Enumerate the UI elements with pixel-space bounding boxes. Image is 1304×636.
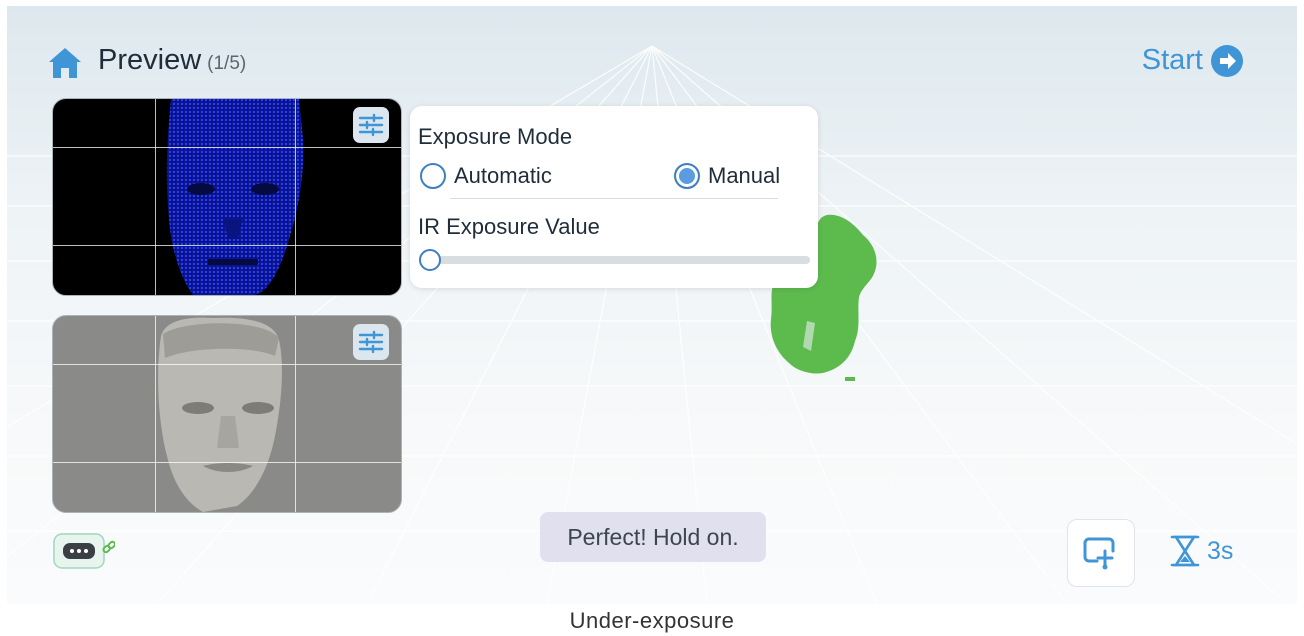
radio-manual[interactable]: Manual	[674, 163, 780, 189]
preview-count: (1/5)	[207, 53, 247, 74]
ir-exposure-slider-track[interactable]	[430, 256, 810, 264]
hourglass-icon	[1170, 535, 1200, 567]
rgb-camera-preview	[52, 315, 402, 513]
scan-capture-icon	[1083, 537, 1115, 570]
sliders-icon	[358, 113, 384, 137]
radio-automatic[interactable]: Automatic	[420, 163, 552, 189]
caption: Under-exposure	[569, 608, 735, 633]
ir-exposure-value-label: IR Exposure Value	[418, 214, 600, 239]
radio-manual-indicator	[674, 163, 700, 189]
start-label: Start	[1141, 44, 1203, 76]
status-message: Perfect! Hold on.	[540, 512, 766, 562]
capture-button[interactable]	[1067, 519, 1135, 587]
panel-divider	[450, 198, 778, 199]
exposure-panel: Exposure Mode Automatic Manual IR Exposu…	[410, 106, 818, 288]
rgb-settings-button[interactable]	[353, 324, 389, 360]
page-title-text: Preview	[98, 44, 202, 76]
timer-value: 3s	[1207, 536, 1234, 565]
timer: 3s	[1169, 534, 1233, 568]
sliders-icon	[358, 330, 384, 354]
rgb-face-image	[158, 317, 282, 512]
ir-camera-preview	[52, 98, 402, 296]
scanner-linked-icon[interactable]	[53, 533, 115, 569]
radio-automatic-label: Automatic	[454, 163, 552, 188]
start-button[interactable]: Start	[1142, 44, 1243, 77]
scan-viewport: Preview (1/5) Start Exposure Mode Automa…	[7, 6, 1297, 604]
page-title: Preview (1/5)	[98, 44, 246, 77]
radio-automatic-indicator	[420, 163, 446, 189]
arrow-right-circle-icon	[1211, 44, 1243, 77]
home-icon[interactable]	[47, 46, 83, 80]
ir-face-image	[166, 99, 304, 295]
radio-manual-label: Manual	[708, 163, 781, 188]
exposure-mode-label: Exposure Mode	[418, 124, 573, 149]
ir-exposure-slider-thumb[interactable]	[419, 249, 441, 271]
ir-settings-button[interactable]	[353, 107, 389, 143]
